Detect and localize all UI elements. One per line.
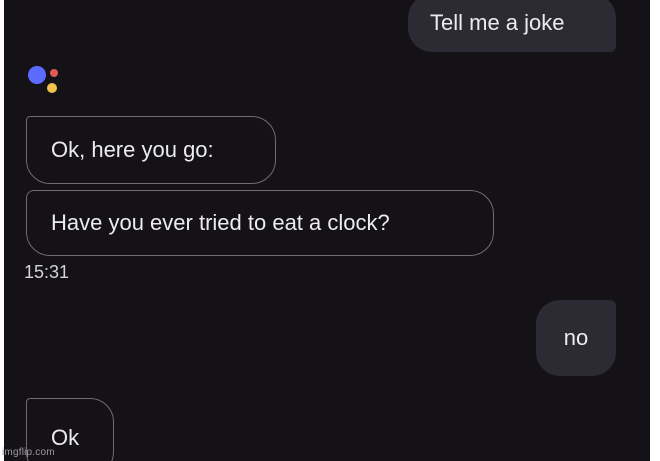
assistant-message-text: Ok (51, 425, 80, 450)
user-message-text: Tell me a joke (430, 10, 565, 35)
chat-screen: Tell me a joke Ok, here you go: Have you… (4, 0, 650, 461)
message-timestamp: 15:31 (24, 262, 70, 282)
assistant-dot-red (50, 69, 58, 77)
assistant-dot-blue (28, 66, 46, 84)
user-message-bubble: no (536, 300, 616, 376)
assistant-message-text: Have you ever tried to eat a clock? (51, 210, 390, 235)
assistant-message-bubble: Ok, here you go: (26, 116, 276, 184)
user-message-bubble: Tell me a joke (408, 0, 616, 52)
assistant-message-text: Ok, here you go: (51, 137, 214, 162)
user-message-text: no (563, 325, 589, 350)
imgflip-watermark: imgflip.com (2, 447, 55, 458)
assistant-message-bubble: Have you ever tried to eat a clock? (26, 190, 494, 256)
google-assistant-icon (28, 64, 76, 104)
assistant-dot-yellow (47, 83, 57, 93)
